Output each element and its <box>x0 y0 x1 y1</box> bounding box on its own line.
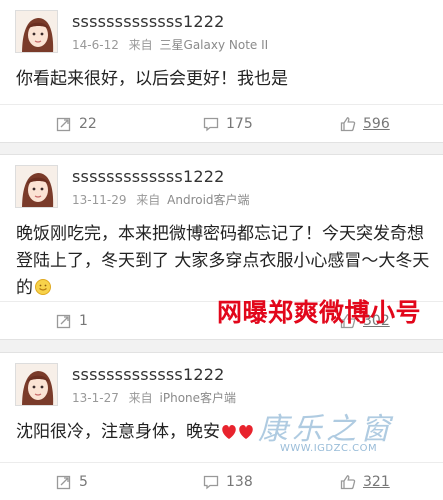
source-device[interactable]: Android客户端 <box>167 193 249 207</box>
comment-count: 138 <box>226 474 253 490</box>
source-prefix: 来自 <box>136 193 161 207</box>
like-count: 321 <box>363 474 390 490</box>
post-date: 13-1-27 <box>72 391 119 405</box>
avatar[interactable] <box>15 10 58 53</box>
comment-icon <box>203 117 219 132</box>
repost-button[interactable]: 1 <box>56 302 88 340</box>
source-prefix: 来自 <box>128 391 153 405</box>
username[interactable]: sssssssssssss1222 <box>72 365 225 384</box>
post-meta: 14-6-12 来自 三星Galaxy Note II <box>72 36 268 53</box>
thumbs-up-icon <box>340 475 356 490</box>
action-bar: 5 138 321 <box>0 462 443 500</box>
avatar-illustration-icon <box>16 166 57 207</box>
post-date: 13-11-29 <box>72 193 127 207</box>
watermark: 康乐之窗 WWW.IGDZC.COM <box>252 404 402 464</box>
repost-icon <box>56 475 71 490</box>
post-date: 14-6-12 <box>72 38 119 52</box>
username[interactable]: sssssssssssss1222 <box>72 12 225 31</box>
heart-emoji-icon <box>221 422 255 449</box>
repost-button[interactable]: 5 <box>56 463 88 500</box>
watermark-url: WWW.IGDZC.COM <box>280 443 378 454</box>
post-text: 沈阳很冷，注意身体，晚安 <box>16 422 220 442</box>
source-prefix: 来自 <box>128 38 153 52</box>
thumbs-up-icon <box>340 117 356 132</box>
avatar-illustration-icon <box>16 364 57 405</box>
avatar[interactable] <box>15 165 58 208</box>
source-device[interactable]: 三星Galaxy Note II <box>160 38 269 52</box>
repost-count: 22 <box>79 116 97 132</box>
post-content: 你看起来很好，以后会更好！我也是 <box>16 66 431 93</box>
post-text: 你看起来很好，以后会更好！我也是 <box>16 69 288 89</box>
repost-count: 5 <box>79 474 88 490</box>
like-count: 596 <box>363 116 390 132</box>
post-meta: 13-11-29 来自 Android客户端 <box>72 191 250 208</box>
post-meta: 13-1-27 来自 iPhone客户端 <box>72 389 236 406</box>
overlay-caption: 网曝郑爽微博小号 <box>217 298 422 327</box>
avatar[interactable] <box>15 363 58 406</box>
source-device[interactable]: iPhone客户端 <box>160 391 237 405</box>
comment-button[interactable]: 138 <box>203 463 253 500</box>
comment-button[interactable]: 175 <box>203 105 253 143</box>
comment-count: 175 <box>226 116 253 132</box>
repost-button[interactable]: 22 <box>56 105 97 143</box>
action-bar: 22 175 596 <box>0 104 443 142</box>
repost-icon <box>56 117 71 132</box>
post-text: 晚饭刚吃完，本来把微博密码都忘记了！今天突发奇想登陆上了，冬天到了 大家多穿点衣… <box>16 224 430 298</box>
repost-count: 1 <box>79 313 88 329</box>
like-button[interactable]: 596 <box>340 105 390 143</box>
weibo-post: sssssssssssss1222 14-6-12 来自 三星Galaxy No… <box>0 0 443 143</box>
repost-icon <box>56 314 71 329</box>
comment-icon <box>203 475 219 490</box>
username[interactable]: sssssssssssss1222 <box>72 167 225 186</box>
like-button[interactable]: 321 <box>340 463 390 500</box>
avatar-illustration-icon <box>16 11 57 52</box>
watermark-script: 康乐之窗 <box>258 412 394 447</box>
